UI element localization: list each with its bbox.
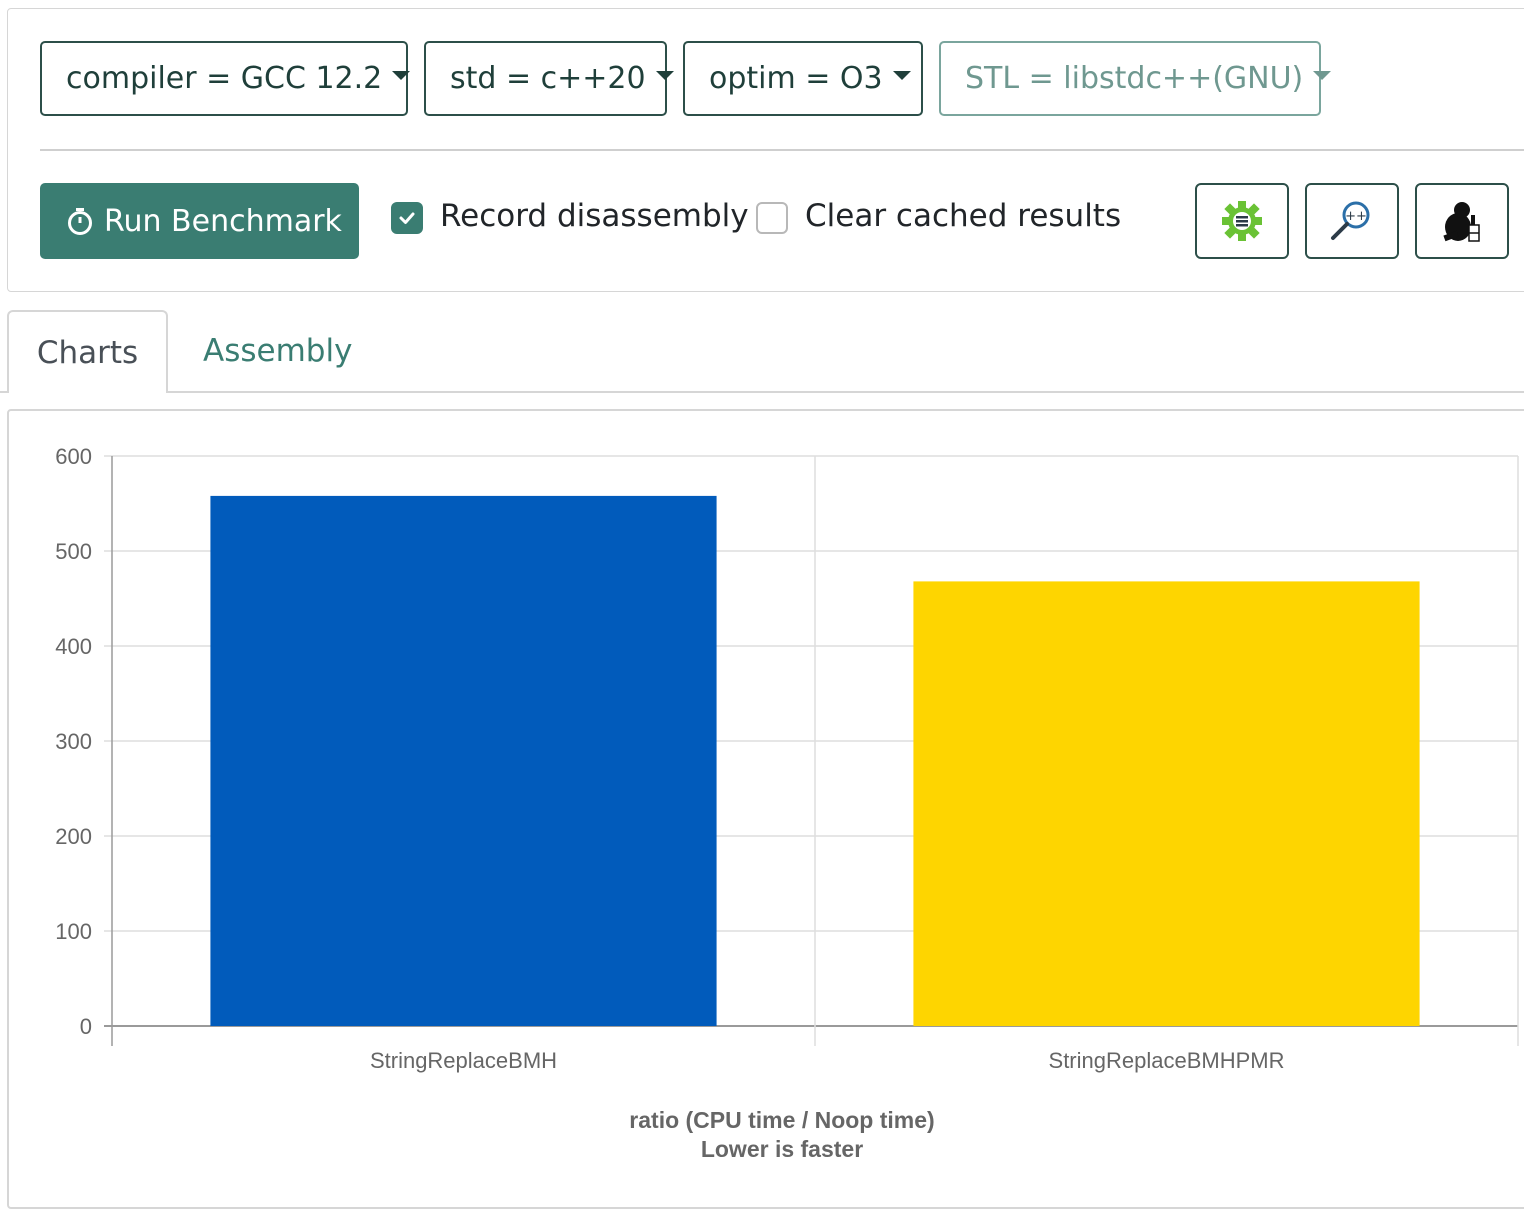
x-axis-subtitle: Lower is faster bbox=[701, 1136, 863, 1162]
bar-StringReplaceBMH bbox=[210, 495, 717, 1026]
y-tick-label: 400 bbox=[55, 634, 92, 659]
y-tick-label: 500 bbox=[55, 539, 92, 564]
bar-chart: 0 100 200 300 400 500 600 StringReplaceBMH Strin… bbox=[55, 444, 1519, 1162]
y-tick-label: 0 bbox=[80, 1014, 92, 1039]
x-tick-label: StringReplaceBMHPMR bbox=[1049, 1048, 1285, 1073]
x-axis-title: ratio (CPU time / Noop time) bbox=[629, 1107, 934, 1133]
bar-StringReplaceBMHPMR bbox=[913, 581, 1420, 1026]
y-tick-label: 200 bbox=[55, 824, 92, 849]
y-tick-label: 300 bbox=[55, 729, 92, 754]
y-tick-label: 100 bbox=[55, 919, 92, 944]
y-tick-label: 600 bbox=[55, 444, 92, 469]
x-tick-label: StringReplaceBMH bbox=[370, 1048, 557, 1073]
